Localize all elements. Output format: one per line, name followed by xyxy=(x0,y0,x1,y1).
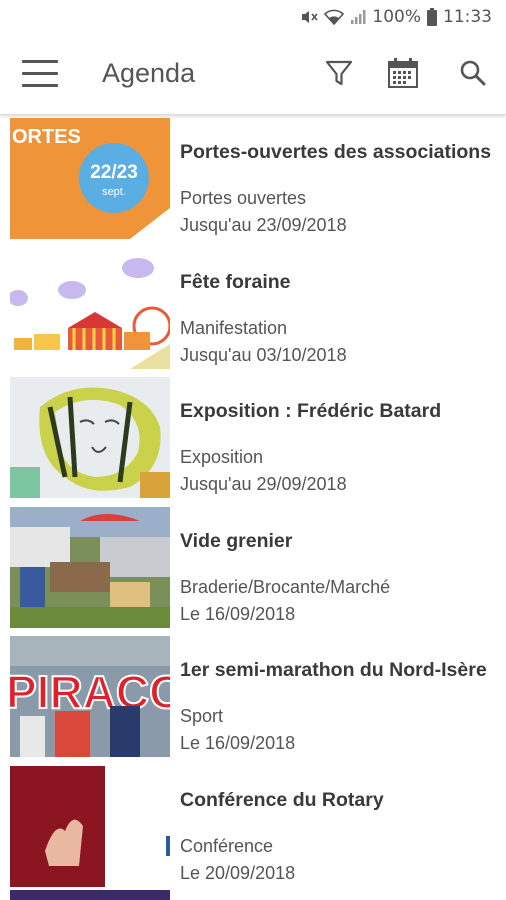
list-item[interactable]: PIRACC 1er semi-marathon du Nord-Isère S… xyxy=(0,634,506,764)
calendar-icon[interactable] xyxy=(386,56,420,90)
event-date: Jusqu'au 03/10/2018 xyxy=(180,344,347,365)
event-category: Sport xyxy=(180,706,224,726)
signal-icon xyxy=(350,9,366,25)
date-badge: 22/23 xyxy=(90,162,138,183)
search-icon[interactable] xyxy=(456,56,490,90)
list-item[interactable]: Exposition : Frédéric Batard Exposition … xyxy=(0,375,506,505)
event-date: Jusqu'au 29/09/2018 xyxy=(180,474,347,494)
event-category: Manifestation xyxy=(180,317,288,338)
battery-percent: 100% xyxy=(372,7,421,27)
menu-icon[interactable] xyxy=(22,60,58,88)
event-thumbnail: PIRACC xyxy=(10,636,170,757)
event-title: 1er semi-marathon du Nord-Isère xyxy=(180,659,487,681)
event-thumbnail xyxy=(10,506,170,628)
event-thumbnail: ORTES 22/23 sept. xyxy=(10,118,170,239)
event-list: ORTES 22/23 sept. Portes-ouvertes des as… xyxy=(0,116,506,893)
event-date: Le 20/09/2018 xyxy=(180,862,296,883)
thumbnail-text: PIRACC xyxy=(10,666,170,718)
event-thumbnail xyxy=(10,247,170,369)
event-category: Braderie/Brocante/Marché xyxy=(180,576,391,597)
event-title: Vide grenier xyxy=(180,529,293,552)
list-item[interactable]: Vide grenier Braderie/Brocante/Marché Le… xyxy=(0,505,506,635)
list-item[interactable]: Conférence du Rotary Conférence Le 20/09… xyxy=(0,764,506,894)
date-badge-month: sept. xyxy=(102,186,126,198)
list-item[interactable]: Fête foraine Manifestation Jusqu'au 03/1… xyxy=(0,246,506,376)
event-date: Le 16/09/2018 xyxy=(180,733,296,753)
page-title: Agenda xyxy=(102,58,196,88)
event-title: Portes-ouvertes des associations xyxy=(180,141,492,163)
list-item-partial[interactable] xyxy=(10,890,170,900)
event-title: Conférence du Rotary xyxy=(180,788,384,811)
list-item[interactable]: ORTES 22/23 sept. Portes-ouvertes des as… xyxy=(0,116,506,246)
event-category: Exposition xyxy=(180,447,264,467)
app-bar: Agenda xyxy=(0,34,506,115)
event-category: Conférence xyxy=(180,835,274,856)
event-category: Portes ouvertes xyxy=(180,188,307,208)
event-date: Jusqu'au 23/09/2018 xyxy=(180,215,347,235)
status-bar: 100% 11:33 xyxy=(0,0,506,34)
event-title: Exposition : Frédéric Batard xyxy=(180,400,442,422)
event-thumbnail xyxy=(10,377,170,498)
event-date: Le 16/09/2018 xyxy=(180,603,296,624)
filter-icon[interactable] xyxy=(322,56,356,90)
event-thumbnail xyxy=(10,765,170,887)
wifi-icon xyxy=(324,9,345,25)
mute-icon xyxy=(300,8,319,26)
thumbnail-text: ORTES xyxy=(12,126,81,148)
clock: 11:33 xyxy=(443,7,492,27)
event-title: Fête foraine xyxy=(180,270,291,293)
battery-icon xyxy=(427,8,437,26)
